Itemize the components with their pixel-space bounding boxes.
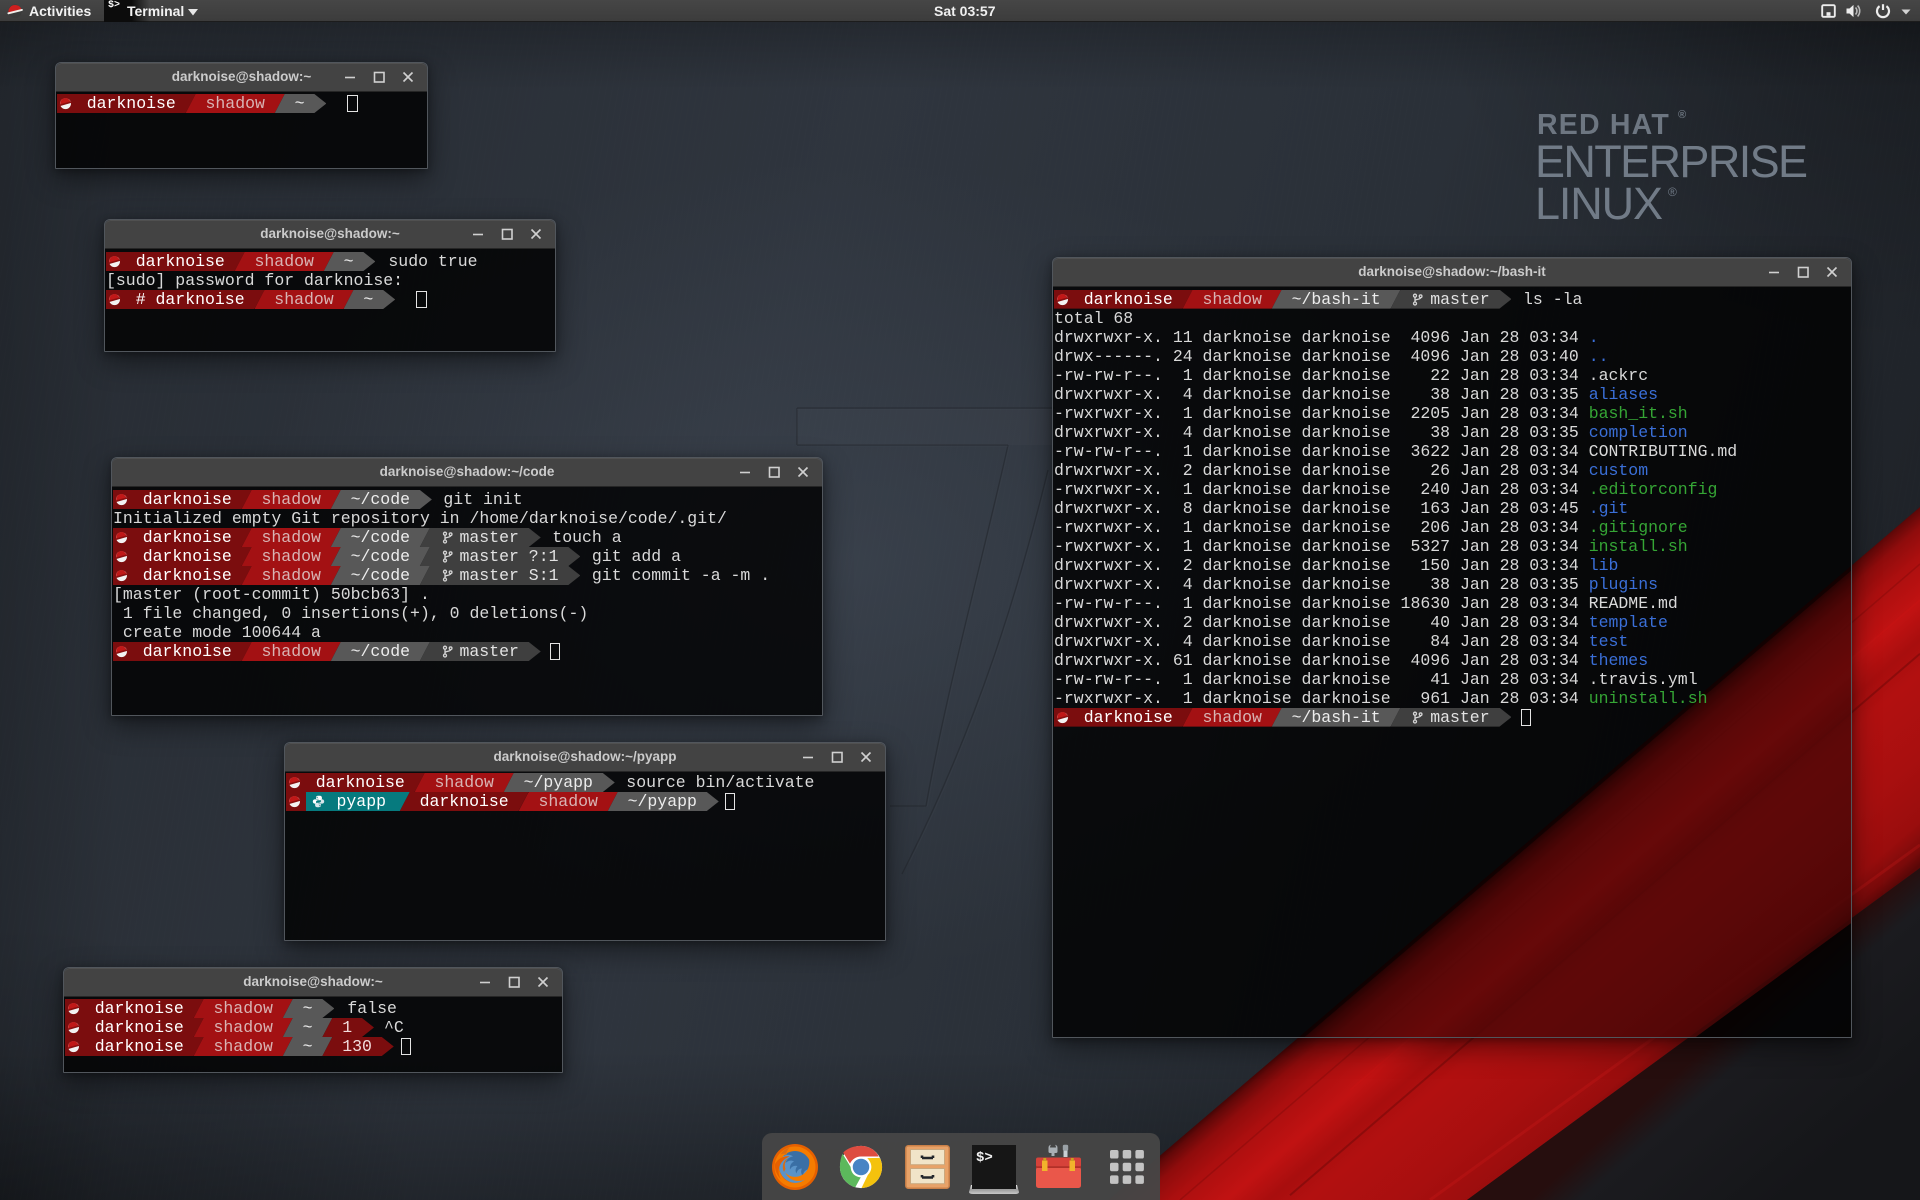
- svg-text:®: ®: [1678, 109, 1686, 121]
- svg-text:®: ®: [1668, 185, 1677, 199]
- svg-text:$>: $>: [976, 1150, 993, 1166]
- svg-text:LINUX: LINUX: [1535, 178, 1663, 229]
